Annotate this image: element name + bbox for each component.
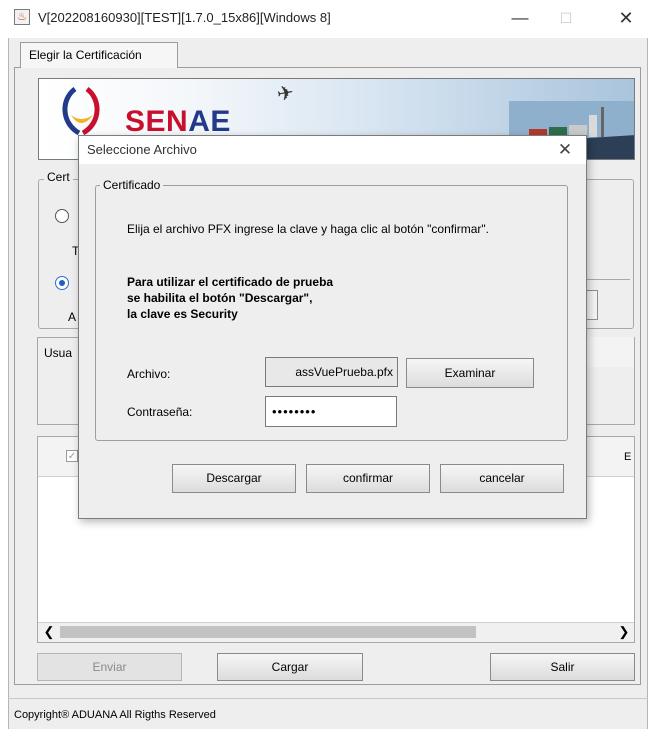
scroll-right-icon[interactable]: ❯ bbox=[617, 624, 631, 640]
certificate-type-radio-1[interactable] bbox=[55, 209, 69, 223]
group-divider bbox=[586, 279, 630, 280]
password-field[interactable] bbox=[265, 396, 397, 427]
certificate-type-radio-2[interactable] bbox=[55, 276, 69, 290]
examinar-button[interactable]: Examinar bbox=[406, 358, 534, 388]
background-button-edge bbox=[586, 290, 598, 320]
dialog-title: Seleccione Archivo bbox=[87, 142, 197, 157]
test-certificate-note: Para utilizar el certificado de prueba s… bbox=[127, 275, 334, 321]
footer-divider bbox=[8, 698, 648, 699]
table-header-column: E bbox=[624, 451, 632, 463]
maximize-button[interactable]: ☐ bbox=[546, 4, 586, 32]
salir-button[interactable]: Salir bbox=[490, 653, 635, 681]
certificado-group-title: Certificado bbox=[100, 178, 164, 192]
certificate-type-radio-2-label: A bbox=[68, 310, 77, 324]
instruction-text: Elija el archivo PFX ingrese la clave y … bbox=[127, 222, 490, 236]
enviar-button[interactable]: Enviar bbox=[37, 653, 182, 681]
tab-elegir-certificacion[interactable]: Elegir la Certificación bbox=[20, 42, 178, 68]
descargar-button[interactable]: Descargar bbox=[172, 464, 296, 493]
senae-logo-icon bbox=[62, 86, 100, 136]
senae-logo-text: SENAE bbox=[125, 105, 231, 138]
copyright-text: Copyright® ADUANA All Rigths Reserved bbox=[14, 709, 216, 721]
password-label: Contraseña: bbox=[127, 405, 193, 419]
archivo-field[interactable] bbox=[265, 357, 398, 387]
confirmar-button[interactable]: confirmar bbox=[306, 464, 430, 493]
close-window-button[interactable]: ✕ bbox=[606, 4, 646, 32]
dialog-close-icon[interactable]: ✕ bbox=[555, 139, 575, 161]
cancelar-button[interactable]: cancelar bbox=[440, 464, 564, 493]
usuario-label: Usua bbox=[44, 346, 73, 360]
archivo-label: Archivo: bbox=[127, 367, 171, 381]
minimize-button[interactable]: — bbox=[500, 4, 540, 32]
window-title: V[202208160930][TEST][1.7.0_15x86][Windo… bbox=[38, 10, 331, 25]
java-app-icon: ♨ bbox=[14, 9, 30, 25]
select-all-checkbox[interactable]: ✓ bbox=[66, 450, 78, 462]
airplane-icon: ✈ bbox=[275, 81, 296, 107]
scrollbar-thumb[interactable] bbox=[60, 626, 476, 638]
certification-group-title: Cert bbox=[44, 170, 73, 184]
cargar-button[interactable]: Cargar bbox=[217, 653, 363, 681]
scroll-left-icon[interactable]: ❮ bbox=[42, 624, 56, 640]
